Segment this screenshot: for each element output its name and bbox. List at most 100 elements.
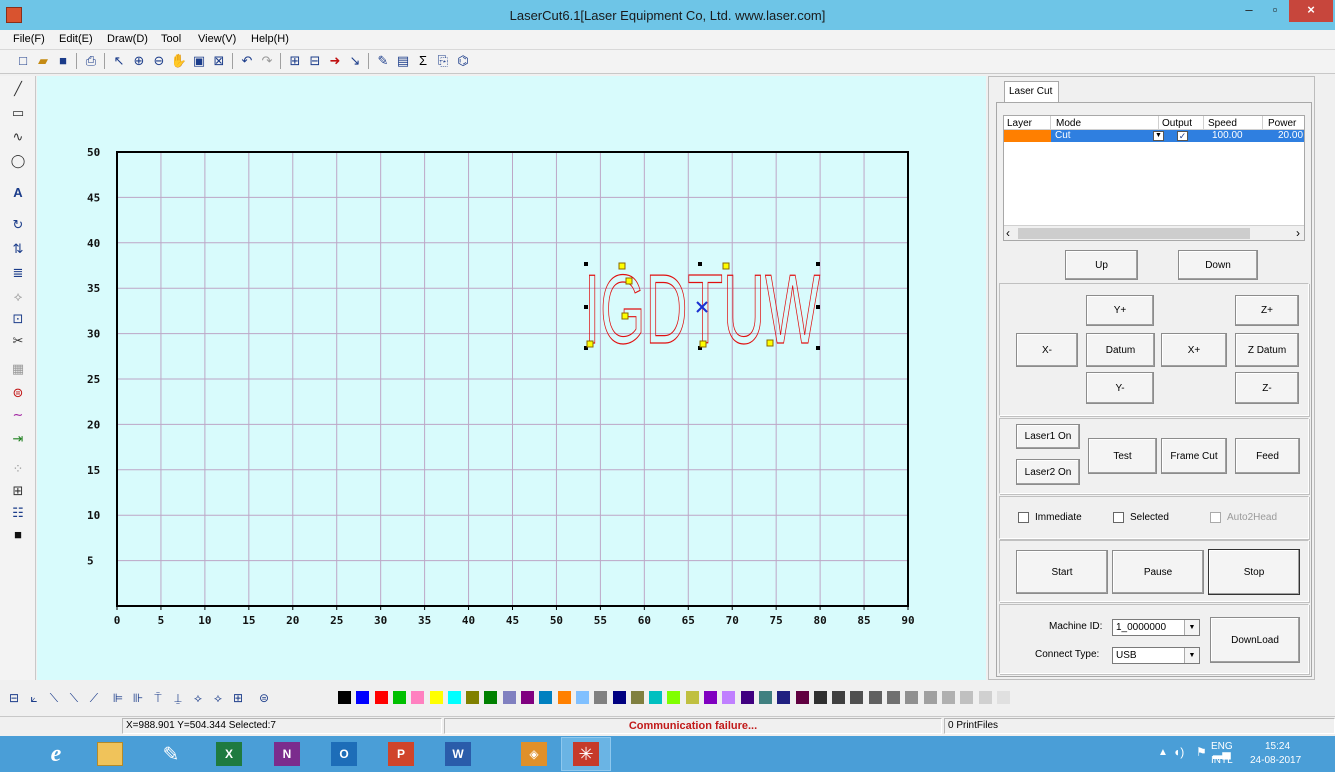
color-swatch[interactable] (356, 691, 370, 704)
color-swatch[interactable] (411, 691, 425, 704)
download-button[interactable]: DownLoad (1210, 617, 1300, 663)
color-swatch[interactable] (630, 691, 644, 704)
text-icon[interactable]: A (9, 184, 27, 202)
color-swatch[interactable] (447, 691, 461, 704)
scroll-thumb[interactable] (1018, 228, 1250, 239)
color-swatch[interactable] (832, 691, 846, 704)
mode-dropdown-icon[interactable]: ▼ (1153, 131, 1164, 141)
close-button[interactable]: × (1289, 0, 1333, 22)
center-vertical-icon[interactable]: ⟡ (210, 690, 226, 706)
fill-icon[interactable]: ▦ (9, 360, 27, 378)
path-direction-icon[interactable]: ➜ (326, 52, 344, 70)
lang-bottom[interactable]: INTL (1211, 755, 1233, 766)
powerpoint-icon[interactable]: P (376, 737, 426, 771)
color-swatch[interactable] (374, 691, 388, 704)
smooth-icon[interactable]: ∼ (9, 406, 27, 424)
tray-arrow-icon[interactable]: ▲ (1158, 747, 1168, 758)
zoom-out-icon[interactable]: ⊖ (150, 52, 168, 70)
menu-view[interactable]: View(V) (197, 33, 237, 45)
color-swatch[interactable] (777, 691, 791, 704)
open-folder-icon[interactable]: ▰ (34, 52, 52, 70)
chevron-down-icon[interactable]: ▼ (1184, 620, 1199, 635)
save-icon[interactable]: ■ (54, 52, 72, 70)
array-icon[interactable]: ⊡ (9, 310, 27, 328)
scroll-right-icon[interactable]: › (1296, 226, 1300, 240)
z-datum-button[interactable]: Z Datum (1235, 333, 1299, 367)
new-file-icon[interactable]: □ (14, 52, 32, 70)
maximize-button[interactable]: ▫ (1262, 0, 1288, 22)
start-point-icon[interactable]: ↘ (346, 52, 364, 70)
color-swatch[interactable] (392, 691, 406, 704)
align-horizontal-icon[interactable]: ⊫ (110, 690, 126, 706)
y-plus-button[interactable]: Y+ (1086, 295, 1154, 326)
excel-icon[interactable]: X (204, 737, 254, 771)
align-left-icon[interactable]: ⊟ (6, 690, 22, 706)
node-edit-icon[interactable]: ⟡ (9, 288, 27, 306)
color-swatch[interactable] (704, 691, 717, 704)
align-vertical-icon[interactable]: ⊪ (130, 690, 146, 706)
paint-icon[interactable]: ◈ (509, 737, 559, 771)
ie-icon[interactable]: e (31, 737, 81, 771)
simulate-icon[interactable]: ⌬ (454, 52, 472, 70)
block-icon[interactable]: ■ (9, 526, 27, 544)
start-button[interactable]: Start (1016, 550, 1108, 594)
mirror-icon[interactable]: ⇅ (9, 240, 27, 258)
group-icon[interactable]: ⊞ (286, 52, 304, 70)
measure-icon[interactable]: ⊜ (9, 384, 27, 402)
distribute-top-icon[interactable]: ⍑ (150, 690, 166, 706)
align-bottom-left-icon[interactable]: ⟀ (26, 690, 42, 706)
color-swatch[interactable] (960, 691, 974, 704)
test-button[interactable]: Test (1088, 438, 1157, 474)
curve-icon[interactable]: ∿ (9, 128, 27, 146)
align-icon[interactable]: ≣ (9, 264, 27, 282)
redo-icon[interactable]: ↷ (258, 52, 276, 70)
y-minus-button[interactable]: Y- (1086, 372, 1154, 404)
layer-order-icon[interactable]: ⊜ (256, 690, 272, 706)
color-swatch[interactable] (575, 691, 589, 704)
clock-date[interactable]: 24-08-2017 (1250, 755, 1301, 766)
immediate-checkbox[interactable]: Immediate (1018, 512, 1082, 523)
frame-cut-button[interactable]: Frame Cut (1161, 438, 1227, 474)
align-top-right-icon[interactable]: ⟋ (86, 690, 102, 706)
color-swatch[interactable] (740, 691, 754, 704)
x-plus-button[interactable]: X+ (1161, 333, 1227, 367)
selected-checkbox[interactable]: Selected (1113, 512, 1169, 523)
print-icon[interactable]: ⎙ (82, 52, 100, 70)
color-swatch[interactable] (923, 691, 937, 704)
z-plus-button[interactable]: Z+ (1235, 295, 1299, 326)
color-swatch[interactable] (978, 691, 992, 704)
color-swatch[interactable] (887, 691, 900, 704)
outlook-icon[interactable]: O (319, 737, 369, 771)
color-swatch[interactable] (667, 691, 681, 704)
explorer-icon[interactable] (85, 737, 135, 771)
clock-time[interactable]: 15:24 (1265, 741, 1290, 752)
color-swatch[interactable] (649, 691, 663, 704)
zoom-fit-icon[interactable]: ▣ (190, 52, 208, 70)
menu-edit[interactable]: Edit(E) (58, 33, 94, 45)
minimize-button[interactable]: – (1236, 0, 1262, 22)
distribute-bottom-icon[interactable]: ⍊ (170, 690, 186, 706)
color-swatch[interactable] (557, 691, 571, 704)
x-minus-button[interactable]: X- (1016, 333, 1078, 367)
undo-icon[interactable]: ↶ (238, 52, 256, 70)
color-swatch[interactable] (868, 691, 882, 704)
word-icon[interactable]: W (433, 737, 483, 771)
color-swatch[interactable] (813, 691, 827, 704)
color-swatch[interactable] (941, 691, 955, 704)
dots-icon[interactable]: ⁘ (9, 460, 27, 478)
horizontal-scrollbar[interactable]: ‹ › (1004, 225, 1304, 240)
color-swatch[interactable] (685, 691, 699, 704)
chevron-down-icon[interactable]: ▼ (1184, 648, 1199, 663)
preview-icon[interactable]: ⎘ (434, 52, 452, 70)
laser1-on-button[interactable]: Laser1 On (1016, 424, 1080, 449)
pause-button[interactable]: Pause (1112, 550, 1204, 594)
z-minus-button[interactable]: Z- (1235, 372, 1299, 404)
menu-draw[interactable]: Draw(D) (106, 33, 149, 45)
layer-mode[interactable]: Cut (1055, 130, 1071, 141)
tool-icon[interactable]: ✎ (146, 737, 196, 771)
color-swatch[interactable] (612, 691, 626, 704)
up-button[interactable]: Up (1065, 250, 1138, 280)
select-pointer-icon[interactable]: ↖ (110, 52, 128, 70)
line-icon[interactable]: ╱ (9, 80, 27, 98)
network-icon[interactable]: ⚑ (1196, 745, 1207, 759)
